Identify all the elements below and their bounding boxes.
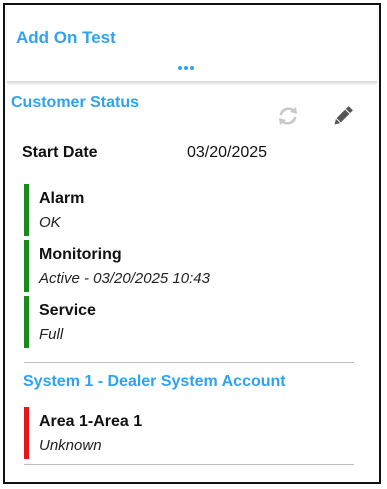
status-value: Active - 03/20/2025 10:43 [39, 270, 210, 287]
more-options-icon[interactable] [171, 63, 201, 73]
status-item-monitoring: Monitoring Active - 03/20/2025 10:43 [24, 240, 344, 292]
status-indicator-bar [24, 296, 29, 348]
area-item: Area 1-Area 1 Unknown [24, 407, 344, 459]
card-title[interactable]: Add On Test [16, 28, 116, 48]
pencil-icon[interactable] [330, 103, 356, 129]
divider [24, 362, 354, 363]
area-status: Unknown [39, 437, 102, 454]
status-indicator-bar [24, 184, 29, 236]
card-header: Add On Test [7, 7, 377, 82]
dot [190, 66, 194, 70]
customer-status-title: Customer Status [11, 94, 140, 111]
status-item-service: Service Full [24, 296, 344, 348]
area-indicator-bar [24, 407, 29, 459]
divider [24, 464, 354, 465]
status-item-alarm: Alarm OK [24, 184, 344, 236]
start-date-value: 03/20/2025 [187, 144, 268, 161]
system-title[interactable]: System 1 - Dealer System Account [23, 373, 286, 391]
status-value: OK [39, 214, 61, 231]
dot [178, 66, 182, 70]
status-value: Full [39, 326, 64, 343]
dot [184, 66, 188, 70]
status-name: Alarm [39, 190, 85, 207]
status-name: Monitoring [39, 246, 122, 263]
refresh-icon[interactable] [276, 104, 300, 128]
area-name: Area 1-Area 1 [39, 413, 143, 430]
status-name: Service [39, 302, 96, 319]
status-indicator-bar [24, 240, 29, 292]
start-date-label: Start Date [22, 144, 98, 161]
